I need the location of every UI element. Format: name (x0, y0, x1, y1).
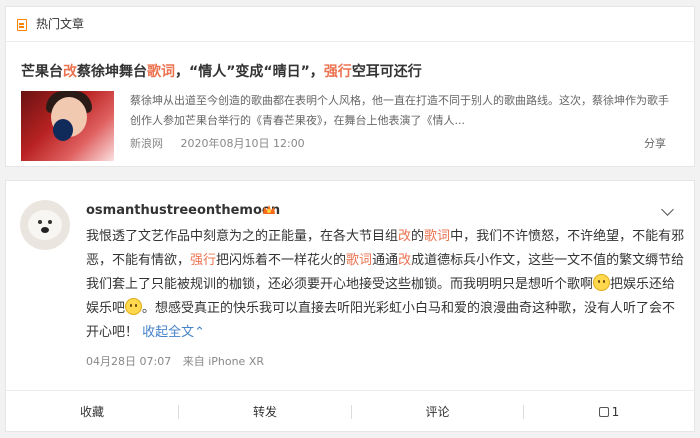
share-button[interactable]: 分享 (644, 135, 666, 151)
article-title[interactable]: 芒果台改蔡徐坤舞台歌词，“情人”变成“晴日”，强行空耳可还行 (21, 61, 422, 81)
repost-button[interactable]: 转发 (179, 391, 351, 433)
like-count: 1 (611, 405, 620, 419)
document-icon (17, 19, 27, 31)
title-highlight: 强行 (323, 64, 352, 80)
title-part: 芒果台 (21, 64, 63, 80)
hot-articles-header: 热门文章 (6, 7, 694, 42)
article-datetime: 2020年08月10日 12:00 (180, 137, 305, 150)
title-part: 空耳可还行 (351, 64, 422, 80)
article-meta: 新浪网 2020年08月10日 12:00 (130, 135, 319, 151)
like-button[interactable]: 1 (524, 391, 694, 433)
favorite-button[interactable]: 收藏 (6, 391, 178, 433)
title-part: ，“情人”变成“晴日”， (175, 64, 324, 80)
hot-articles-title: 热门文章 (36, 17, 85, 31)
article-description: 蔡徐坤从出道至今创造的歌曲都在表明个人风格，他一直在打造不同于别人的歌曲路线。这… (130, 94, 669, 127)
username[interactable]: osmanthustreeonthemoon (86, 203, 280, 218)
comment-button[interactable]: 评论 (352, 391, 523, 433)
title-part: 蔡徐坤舞台 (77, 64, 147, 80)
article-thumbnail[interactable] (21, 91, 114, 161)
title-highlight: 歌词 (147, 64, 175, 80)
post-actions: 收藏 转发 评论 1 (6, 390, 694, 433)
weibo-post-card: osmanthustreeonthemoon 我恨透了文艺作品中刻意为之的正能量… (5, 180, 695, 432)
hot-articles-card: 热门文章 芒果台改蔡徐坤舞台歌词，“情人”变成“晴日”，强行空耳可还行 蔡徐坤从… (5, 6, 695, 167)
chevron-down-icon[interactable] (661, 203, 674, 216)
sad-face-icon (125, 298, 143, 315)
post-meta: 04月28日 07:07 来自 iPhone XR (86, 353, 272, 369)
collapse-text-link[interactable]: 收起全文⌃ (142, 325, 205, 340)
post-date[interactable]: 04月28日 07:07 (86, 355, 171, 368)
post-text: 我恨透了文艺作品中刻意为之的正能量，在各大节目组改的歌词中，我们不许愤怒，不许绝… (86, 229, 685, 340)
post-device: 来自 iPhone XR (182, 355, 265, 368)
article-source: 新浪网 (130, 137, 163, 150)
avatar[interactable] (20, 200, 70, 250)
thumbs-up-icon (598, 407, 609, 417)
title-highlight: 改 (63, 64, 77, 80)
chevron-up-icon: ⌃ (194, 325, 206, 340)
crown-icon (263, 205, 275, 214)
sad-face-icon (593, 274, 611, 291)
